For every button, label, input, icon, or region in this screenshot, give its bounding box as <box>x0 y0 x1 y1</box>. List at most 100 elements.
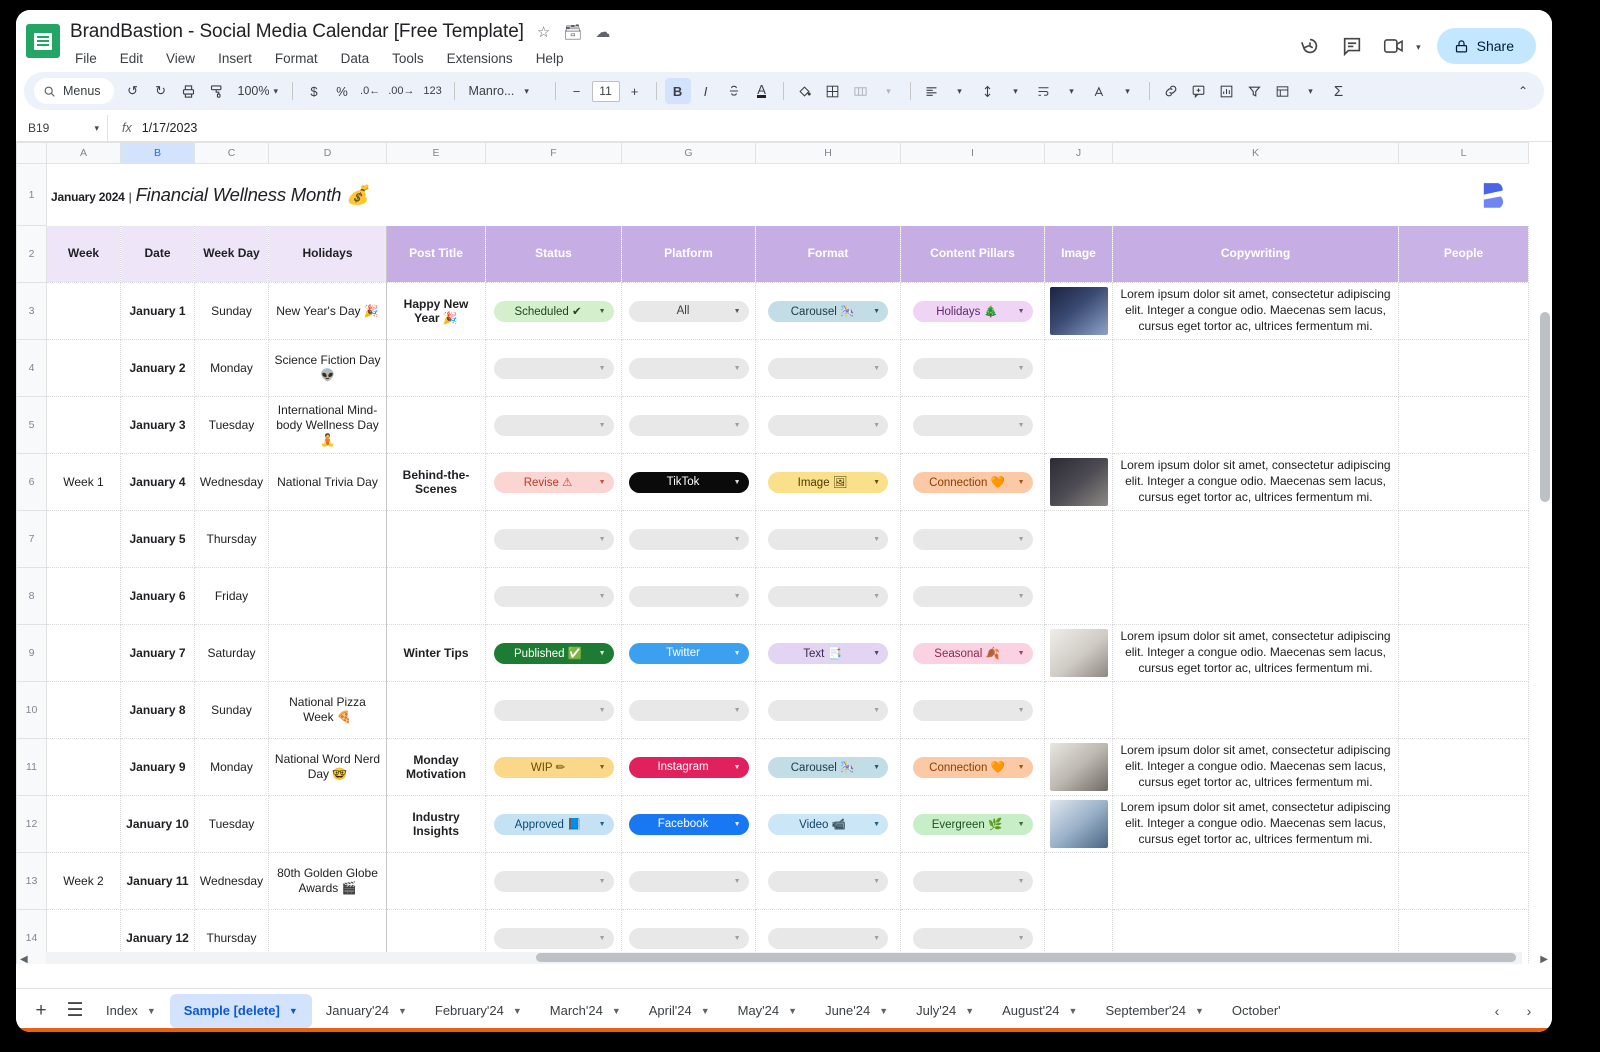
image-thumbnail[interactable] <box>1050 743 1108 791</box>
cell-holiday-4[interactable]: Science Fiction Day 👽 <box>269 340 387 397</box>
increase-decimal-button[interactable]: .00→ <box>385 78 417 104</box>
column-header-l[interactable]: L <box>1399 143 1529 164</box>
cell-platform-7[interactable]: ▼ <box>622 511 756 568</box>
cell-platform-5-chip[interactable]: ▼ <box>629 415 749 436</box>
cell-weekday-9[interactable]: Saturday <box>195 625 269 682</box>
cell-week-3[interactable] <box>47 283 121 340</box>
sheet-tab-september-24[interactable]: September'24▼ <box>1091 994 1217 1028</box>
chevron-down-icon[interactable]: ▼ <box>1018 935 1025 942</box>
sheet-tab-june-24[interactable]: June'24▼ <box>811 994 902 1028</box>
chevron-down-icon[interactable]: ▼ <box>873 536 880 543</box>
cell-people-7[interactable] <box>1399 511 1529 568</box>
cell-date-10[interactable]: January 8 <box>121 682 195 739</box>
text-rotation-button[interactable] <box>1087 78 1113 104</box>
header-platform[interactable]: Platform <box>622 226 756 283</box>
cell-week-6[interactable]: Week 1 <box>47 454 121 511</box>
sheet-tab-august-24[interactable]: August'24▼ <box>988 994 1091 1028</box>
cell-status-11-chip[interactable]: WIP ✏▼ <box>494 757 614 778</box>
chevron-down-icon[interactable]: ▼ <box>1018 536 1025 543</box>
cell-format-10[interactable]: ▼ <box>756 682 901 739</box>
font-size-input[interactable]: 11 <box>592 81 620 102</box>
cell-people-5[interactable] <box>1399 397 1529 454</box>
cell-format-8[interactable]: ▼ <box>756 568 901 625</box>
cell-pillar-13[interactable]: ▼ <box>901 853 1045 910</box>
cell-pillar-7-chip[interactable]: ▼ <box>913 529 1033 550</box>
row-header-1[interactable]: 1 <box>17 164 47 226</box>
cell-copywriting-7[interactable] <box>1113 511 1399 568</box>
chevron-down-icon[interactable]: ▼ <box>513 1006 522 1016</box>
cell-week-8[interactable] <box>47 568 121 625</box>
cell-weekday-13[interactable]: Wednesday <box>195 853 269 910</box>
vertical-align-dropdown[interactable]: ▾ <box>1003 78 1029 104</box>
cell-platform-13-chip[interactable]: ▼ <box>629 871 749 892</box>
chevron-down-icon[interactable]: ▼ <box>879 1006 888 1016</box>
chevron-down-icon[interactable]: ▼ <box>599 821 606 828</box>
chevron-down-icon[interactable]: ▼ <box>734 308 741 315</box>
cell-format-5[interactable]: ▼ <box>756 397 901 454</box>
cell-pillar-8-chip[interactable]: ▼ <box>913 586 1033 607</box>
cell-status-9[interactable]: Published ✅▼ <box>486 625 622 682</box>
version-history-icon[interactable] <box>1299 35 1321 57</box>
cell-pillar-11[interactable]: Connection 🧡▼ <box>901 739 1045 796</box>
table-row[interactable]: 7January 5Thursday ▼ ▼ ▼ ▼ <box>17 511 1529 568</box>
cell-platform-11-chip[interactable]: Instagram▼ <box>629 757 749 778</box>
cell-status-11[interactable]: WIP ✏▼ <box>486 739 622 796</box>
cell-holiday-13[interactable]: 80th Golden Globe Awards 🎬 <box>269 853 387 910</box>
column-header-e[interactable]: E <box>387 143 486 164</box>
row-header-2[interactable]: 2 <box>17 226 47 283</box>
cell-format-4-chip[interactable]: ▼ <box>768 358 888 379</box>
paint-format-button[interactable] <box>204 78 230 104</box>
menu-help[interactable]: Help <box>533 50 567 67</box>
chevron-down-icon[interactable]: ▼ <box>734 593 741 600</box>
cell-holiday-11[interactable]: National Word Nerd Day 🤓 <box>269 739 387 796</box>
chevron-down-icon[interactable]: ▼ <box>873 422 880 429</box>
cell-format-7[interactable]: ▼ <box>756 511 901 568</box>
cell-weekday-3[interactable]: Sunday <box>195 283 269 340</box>
row-header-12[interactable]: 12 <box>17 796 47 853</box>
cell-platform-5[interactable]: ▼ <box>622 397 756 454</box>
currency-button[interactable]: $ <box>301 78 327 104</box>
cell-status-5[interactable]: ▼ <box>486 397 622 454</box>
cell-platform-10-chip[interactable]: ▼ <box>629 700 749 721</box>
cell-date-5[interactable]: January 3 <box>121 397 195 454</box>
chevron-down-icon[interactable]: ▼ <box>599 650 606 657</box>
column-header-f[interactable]: F <box>486 143 622 164</box>
menu-edit[interactable]: Edit <box>117 50 146 67</box>
zoom-selector[interactable]: 100% ▾ <box>232 78 285 104</box>
strikethrough-button[interactable] <box>721 78 747 104</box>
cell-week-9[interactable] <box>47 625 121 682</box>
cell-image-7[interactable] <box>1045 511 1113 568</box>
header-date[interactable]: Date <box>121 226 195 283</box>
fill-color-button[interactable] <box>792 78 818 104</box>
percent-button[interactable]: % <box>329 78 355 104</box>
cell-holiday-7[interactable] <box>269 511 387 568</box>
menu-file[interactable]: File <box>72 50 100 67</box>
redo-button[interactable]: ↻ <box>148 78 174 104</box>
image-thumbnail[interactable] <box>1050 458 1108 506</box>
cell-platform-12[interactable]: Facebook▼ <box>622 796 756 853</box>
cell-weekday-4[interactable]: Monday <box>195 340 269 397</box>
cell-format-10-chip[interactable]: ▼ <box>768 700 888 721</box>
cell-status-12[interactable]: Approved 📘▼ <box>486 796 622 853</box>
insert-comment-button[interactable] <box>1186 78 1212 104</box>
cell-status-8-chip[interactable]: ▼ <box>494 586 614 607</box>
star-icon[interactable]: ☆ <box>537 25 550 40</box>
sheet-tab-sample-delete[interactable]: Sample [delete]▼ <box>170 994 312 1028</box>
row-header-8[interactable]: 8 <box>17 568 47 625</box>
cell-format-11-chip[interactable]: Carousel 🎠▼ <box>768 757 888 778</box>
cell-weekday-5[interactable]: Tuesday <box>195 397 269 454</box>
cell-week-10[interactable] <box>47 682 121 739</box>
cell-weekday-10[interactable]: Sunday <box>195 682 269 739</box>
chevron-down-icon[interactable]: ▼ <box>1018 650 1025 657</box>
menu-insert[interactable]: Insert <box>215 50 255 67</box>
cell-format-6-chip[interactable]: Image 🖼▼ <box>768 472 888 493</box>
cell-copywriting-12[interactable]: Lorem ipsum dolor sit amet, consectetur … <box>1113 796 1399 853</box>
cell-people-12[interactable] <box>1399 796 1529 853</box>
bold-button[interactable]: B <box>665 78 691 104</box>
cell-status-9-chip[interactable]: Published ✅▼ <box>494 643 614 664</box>
header-format[interactable]: Format <box>756 226 901 283</box>
cell-week-5[interactable] <box>47 397 121 454</box>
cell-format-8-chip[interactable]: ▼ <box>768 586 888 607</box>
menu-data[interactable]: Data <box>338 50 373 67</box>
merge-dropdown[interactable]: ▾ <box>876 78 902 104</box>
